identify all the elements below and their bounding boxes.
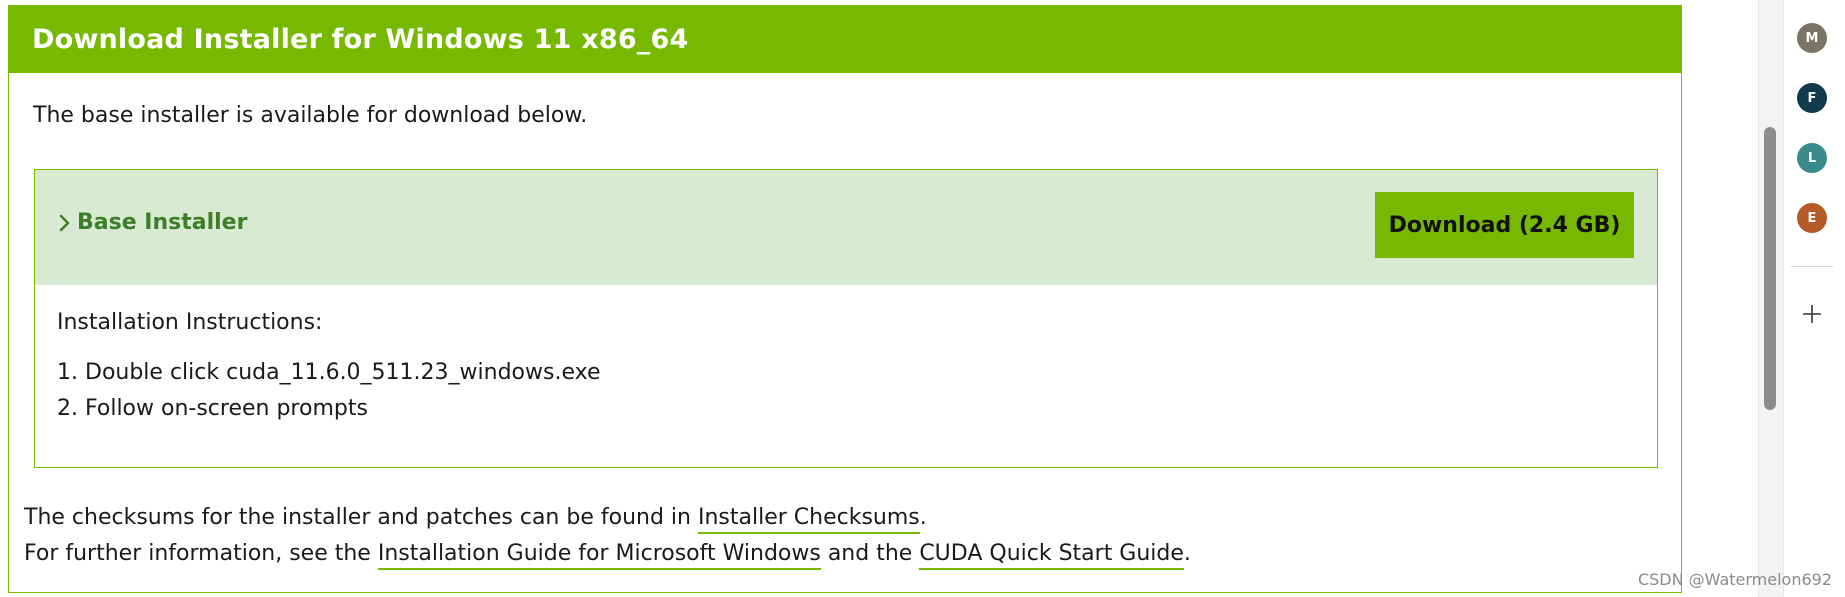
panel-header: Download Installer for Windows 11 x86_64 xyxy=(9,6,1681,73)
avatar-l[interactable]: L xyxy=(1797,143,1827,173)
footer-info: The checksums for the installer and patc… xyxy=(24,500,1191,572)
avatar-f[interactable]: F xyxy=(1797,83,1827,113)
instruction-steps: Double click cuda_11.6.0_511.23_windows.… xyxy=(57,355,1635,427)
installer-header: Base Installer Download (2.4 GB) xyxy=(35,170,1657,285)
add-icon[interactable] xyxy=(1800,302,1824,326)
and-text: and the xyxy=(820,541,920,566)
period-text: . xyxy=(1183,541,1191,566)
guide-line: For further information, see the Install… xyxy=(24,536,1191,572)
avatar-e[interactable]: E xyxy=(1797,203,1827,233)
page: Download Installer for Windows 11 x86_64… xyxy=(0,0,1845,597)
avatar-m[interactable]: M xyxy=(1797,23,1827,53)
base-installer-toggle[interactable]: Base Installer xyxy=(57,210,247,235)
download-button[interactable]: Download (2.4 GB) xyxy=(1375,192,1634,258)
instruction-step: Double click cuda_11.6.0_511.23_windows.… xyxy=(85,355,1635,391)
chevron-right-icon xyxy=(59,214,70,231)
checksums-line: The checksums for the installer and patc… xyxy=(24,500,1191,536)
period-text: . xyxy=(919,505,927,530)
installation-guide-link[interactable]: Installation Guide for Microsoft Windows xyxy=(377,541,821,570)
installation-instructions: Installation Instructions: Double click … xyxy=(35,285,1657,452)
base-installer-label: Base Installer xyxy=(77,210,248,235)
rail-divider xyxy=(1791,266,1833,267)
instruction-step: Follow on-screen prompts xyxy=(85,391,1635,427)
guide-text: For further information, see the xyxy=(24,541,378,566)
scrollbar-thumb[interactable] xyxy=(1764,127,1776,410)
quick-start-guide-link[interactable]: CUDA Quick Start Guide xyxy=(919,541,1184,570)
checksums-text: The checksums for the installer and patc… xyxy=(24,505,698,530)
installer-checksums-link[interactable]: Installer Checksums xyxy=(697,505,920,534)
watermark: CSDN @Watermelon692 xyxy=(1637,570,1832,589)
intro-text: The base installer is available for down… xyxy=(33,103,588,128)
panel-title: Download Installer for Windows 11 x86_64 xyxy=(32,24,689,55)
base-installer-section: Base Installer Download (2.4 GB) Install… xyxy=(34,169,1658,468)
instructions-title: Installation Instructions: xyxy=(57,310,323,335)
